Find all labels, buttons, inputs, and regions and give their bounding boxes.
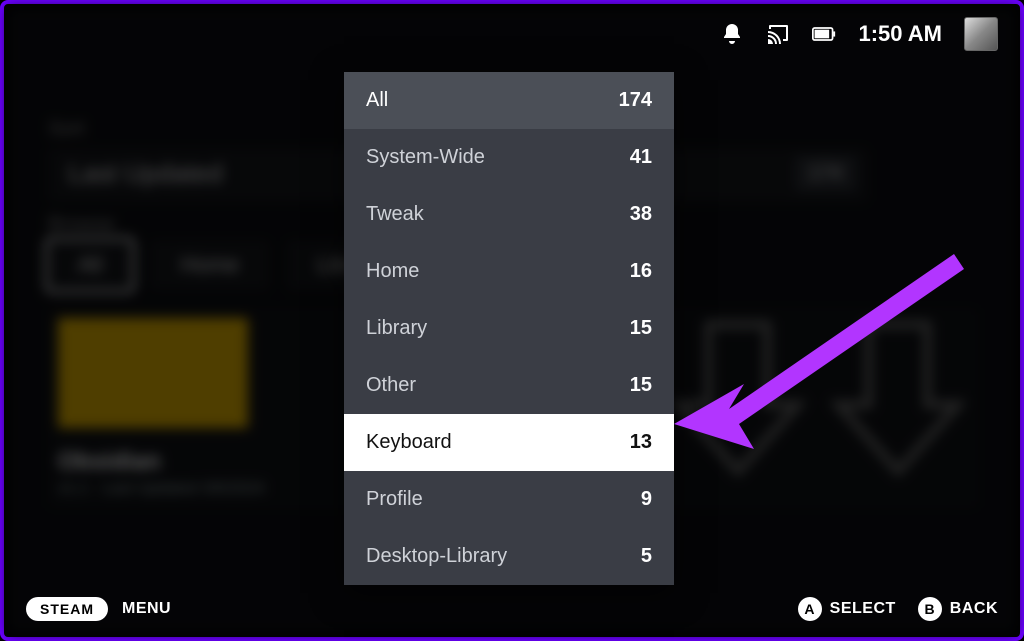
dropdown-item-label: Tweak — [366, 203, 424, 226]
bg-arrow-decoration — [668, 318, 808, 478]
dropdown-item-label: All — [366, 89, 388, 112]
select-action[interactable]: A SELECT — [798, 597, 896, 621]
dropdown-item-system-wide[interactable]: System-Wide 41 — [344, 129, 674, 186]
dropdown-item-count: 41 — [630, 146, 652, 169]
dropdown-item-label: Profile — [366, 488, 423, 511]
dropdown-item-count: 13 — [630, 431, 652, 454]
back-label: BACK — [950, 600, 998, 618]
dropdown-item-home[interactable]: Home 16 — [344, 243, 674, 300]
bottom-bar: STEAM MENU A SELECT B BACK — [26, 591, 998, 627]
bg-sort-label: Sort — [48, 118, 85, 141]
a-glyph-icon: A — [798, 597, 822, 621]
bg-card-thumb — [58, 318, 248, 428]
bg-card-title: Obsidian — [58, 448, 161, 476]
dropdown-item-label: Keyboard — [366, 431, 452, 454]
dropdown-item-count: 9 — [641, 488, 652, 511]
dropdown-item-library[interactable]: Library 15 — [344, 300, 674, 357]
bell-icon[interactable] — [720, 22, 744, 46]
back-action[interactable]: B BACK — [918, 597, 998, 621]
steam-button[interactable]: STEAM — [26, 597, 108, 621]
menu-label: MENU — [122, 600, 171, 618]
dropdown-item-count: 16 — [630, 260, 652, 283]
dropdown-item-label: Library — [366, 317, 427, 340]
dropdown-item-desktop-library[interactable]: Desktop-Library 5 — [344, 528, 674, 585]
bg-browse-label: Browse — [48, 213, 115, 236]
dropdown-item-profile[interactable]: Profile 9 — [344, 471, 674, 528]
status-time: 1:50 AM — [858, 21, 942, 47]
dropdown-item-count: 38 — [630, 203, 652, 226]
dropdown-item-count: 15 — [630, 374, 652, 397]
bg-tab: Home — [150, 240, 269, 290]
dropdown-item-other[interactable]: Other 15 — [344, 357, 674, 414]
dropdown-item-label: System-Wide — [366, 146, 485, 169]
dropdown-item-label: Desktop-Library — [366, 545, 507, 568]
battery-icon — [812, 22, 836, 46]
dropdown-item-count: 5 — [641, 545, 652, 568]
b-glyph-icon: B — [918, 597, 942, 621]
dropdown-item-all[interactable]: All 174 — [344, 72, 674, 129]
bg-sort-value: Last Updated — [68, 158, 223, 188]
select-label: SELECT — [830, 600, 896, 618]
bg-card-sub: v1.1 · Last Updated 3/6/2024 — [58, 480, 264, 498]
dropdown-item-count: 174 — [619, 89, 652, 112]
dropdown-item-count: 15 — [630, 317, 652, 340]
category-dropdown[interactable]: All 174 System-Wide 41 Tweak 38 Home 16 Library 1… — [344, 72, 674, 585]
bg-arrow-decoration — [828, 318, 968, 478]
avatar[interactable] — [964, 17, 998, 51]
dropdown-item-tweak[interactable]: Tweak 38 — [344, 186, 674, 243]
bg-sort-tag: 174 — [795, 156, 856, 191]
bg-tab: All — [48, 240, 132, 290]
cast-icon[interactable] — [766, 22, 790, 46]
dropdown-item-label: Home — [366, 260, 419, 283]
dropdown-item-label: Other — [366, 374, 416, 397]
status-bar: 1:50 AM — [720, 14, 998, 54]
dropdown-item-keyboard[interactable]: Keyboard 13 — [344, 414, 674, 471]
